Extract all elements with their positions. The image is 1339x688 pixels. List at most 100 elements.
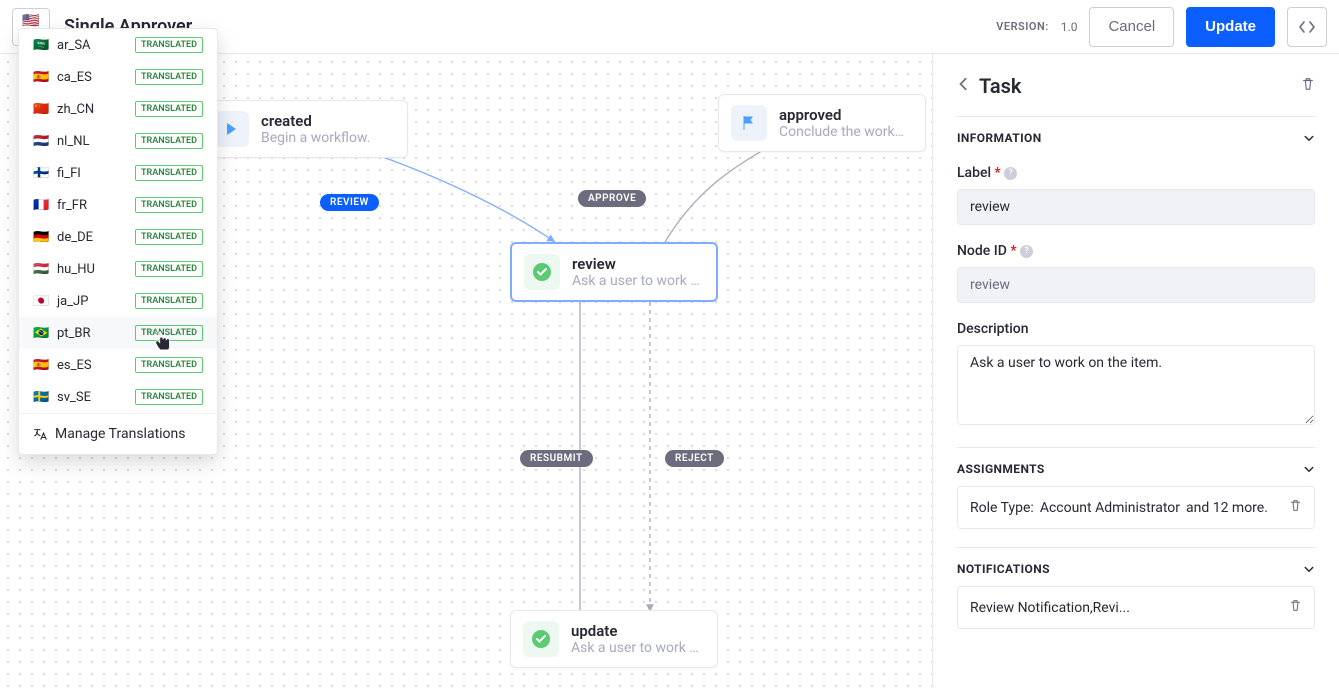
translated-badge: TRANSLATED <box>135 101 203 117</box>
locale-code: ar_SA <box>57 38 105 53</box>
locale-code: de_DE <box>57 230 105 245</box>
locale-list[interactable]: 🇸🇦ar_SATRANSLATED🇪🇸ca_ESTRANSLATED🇨🇳zh_C… <box>19 29 217 413</box>
back-button[interactable] <box>957 77 971 95</box>
locale-item-nl_NL[interactable]: 🇳🇱nl_NLTRANSLATED <box>19 125 217 157</box>
notification-value: Review Notification,Revi... <box>970 600 1130 616</box>
update-button[interactable]: Update <box>1186 7 1275 47</box>
flag-icon: 🇫🇷 <box>33 198 47 213</box>
check-circle-icon <box>524 254 560 290</box>
translated-badge: TRANSLATED <box>135 165 203 181</box>
locale-item-ca_ES[interactable]: 🇪🇸ca_ESTRANSLATED <box>19 61 217 93</box>
notification-row[interactable]: Review Notification,Revi... <box>957 586 1315 629</box>
locale-code: ja_JP <box>57 294 105 309</box>
panel-header: Task <box>957 74 1315 98</box>
node-desc: Ask a user to work o... <box>571 640 703 656</box>
delete-node-button[interactable] <box>1301 77 1315 95</box>
flag-icon: 🇭🇺 <box>33 262 47 277</box>
assignment-suffix: and 12 more. <box>1186 500 1268 516</box>
flag-icon: 🇫🇮 <box>33 166 47 181</box>
assignment-prefix: Role Type: <box>970 500 1034 516</box>
locale-code: pt_BR <box>57 326 105 341</box>
version-label: VERSION: <box>996 20 1049 33</box>
locale-item-fr_FR[interactable]: 🇫🇷fr_FRTRANSLATED <box>19 189 217 221</box>
help-icon[interactable]: ? <box>1020 245 1033 258</box>
translated-badge: TRANSLATED <box>135 229 203 245</box>
description-textarea[interactable] <box>957 345 1315 425</box>
locale-code: hu_HU <box>57 262 105 277</box>
translated-badge: TRANSLATED <box>135 69 203 85</box>
node-created[interactable]: created Begin a workflow. <box>200 100 408 158</box>
locale-code: fr_FR <box>57 198 105 213</box>
section-information[interactable]: INFORMATION <box>957 116 1315 155</box>
label-input[interactable] <box>957 189 1315 225</box>
flag-end-icon <box>731 105 767 141</box>
field-nodeid: Node ID * ? <box>957 243 1315 303</box>
locale-item-es_ES[interactable]: 🇪🇸es_ESTRANSLATED <box>19 349 217 381</box>
locale-item-fi_FI[interactable]: 🇫🇮fi_FITRANSLATED <box>19 157 217 189</box>
translated-badge: TRANSLATED <box>135 325 203 341</box>
edge-label-review[interactable]: REVIEW <box>320 194 379 211</box>
cancel-button[interactable]: Cancel <box>1089 7 1174 47</box>
flag-icon: 🇨🇳 <box>33 102 47 117</box>
version-value: 1.0 <box>1061 20 1078 34</box>
trash-icon <box>1289 599 1302 612</box>
section-notifications[interactable]: NOTIFICATIONS <box>957 547 1315 586</box>
locale-code: sv_SE <box>57 390 105 405</box>
node-title: created <box>261 112 370 130</box>
flag-icon: 🇩🇪 <box>33 230 47 245</box>
trash-icon <box>1301 77 1315 91</box>
section-label: ASSIGNMENTS <box>957 462 1045 476</box>
translated-badge: TRANSLATED <box>135 389 203 405</box>
section-label: INFORMATION <box>957 131 1042 145</box>
field-label: Label * ? <box>957 165 1315 225</box>
locale-item-zh_CN[interactable]: 🇨🇳zh_CNTRANSLATED <box>19 93 217 125</box>
flag-icon: 🇪🇸 <box>33 358 47 373</box>
remove-assignment-button[interactable] <box>1289 499 1302 516</box>
chevron-down-icon <box>1303 563 1315 575</box>
start-icon <box>213 111 249 147</box>
panel-title: Task <box>979 74 1293 98</box>
flag-icon: 🇺🇸 <box>22 13 39 29</box>
locale-dropdown: 🇸🇦ar_SATRANSLATED🇪🇸ca_ESTRANSLATED🇨🇳zh_C… <box>18 28 218 455</box>
nodeid-input[interactable] <box>957 267 1315 303</box>
locale-item-hu_HU[interactable]: 🇭🇺 hu_HU TRANSLATED <box>19 253 217 285</box>
code-icon <box>1299 19 1315 35</box>
node-desc: Conclude the workfl... <box>779 124 911 140</box>
translate-icon <box>33 427 47 441</box>
source-view-button[interactable] <box>1287 7 1327 47</box>
node-title: update <box>571 622 703 640</box>
field-label-text: Description <box>957 321 1315 337</box>
node-title: approved <box>779 106 911 124</box>
flag-icon: 🇳🇱 <box>33 134 47 149</box>
translated-badge: TRANSLATED <box>135 261 203 277</box>
edge-label-approve[interactable]: APPROVE <box>578 190 646 207</box>
node-approved[interactable]: approved Conclude the workfl... <box>718 94 926 152</box>
locale-item-ja_JP[interactable]: 🇯🇵ja_JPTRANSLATED <box>19 285 217 317</box>
locale-item-de_DE[interactable]: 🇩🇪 de_DE TRANSLATED <box>19 221 217 253</box>
check-circle-icon <box>523 621 559 657</box>
locale-item-ar_SA[interactable]: 🇸🇦 ar_SA TRANSLATED <box>19 29 217 61</box>
locale-code: ca_ES <box>57 70 105 85</box>
node-title: review <box>572 255 702 273</box>
locale-item-pt_BR[interactable]: 🇧🇷 pt_BR TRANSLATED <box>19 317 217 349</box>
field-description: Description <box>957 321 1315 429</box>
section-assignments[interactable]: ASSIGNMENTS <box>957 447 1315 486</box>
flag-icon: 🇸🇦 <box>33 38 47 53</box>
chevron-left-icon <box>957 77 971 91</box>
flag-icon: 🇯🇵 <box>33 294 47 309</box>
chevron-down-icon <box>1303 132 1315 144</box>
edge-label-resubmit[interactable]: RESUBMIT <box>520 450 593 467</box>
node-update[interactable]: update Ask a user to work o... <box>510 610 718 668</box>
assignment-value: Account Administrator <box>1040 500 1180 516</box>
help-icon[interactable]: ? <box>1004 167 1017 180</box>
node-desc: Ask a user to work o... <box>572 273 702 289</box>
edge-label-reject[interactable]: REJECT <box>665 450 724 467</box>
flag-icon: 🇧🇷 <box>33 326 47 341</box>
locale-item-sv_SE[interactable]: 🇸🇪sv_SETRANSLATED <box>19 381 217 413</box>
manage-translations[interactable]: Manage Translations <box>19 413 217 454</box>
remove-notification-button[interactable] <box>1289 599 1302 616</box>
translated-badge: TRANSLATED <box>135 37 203 53</box>
node-review[interactable]: review Ask a user to work o... <box>510 242 718 302</box>
locale-code: es_ES <box>57 358 105 373</box>
assignment-row[interactable]: Role Type: Account Administrator and 12 … <box>957 486 1315 529</box>
